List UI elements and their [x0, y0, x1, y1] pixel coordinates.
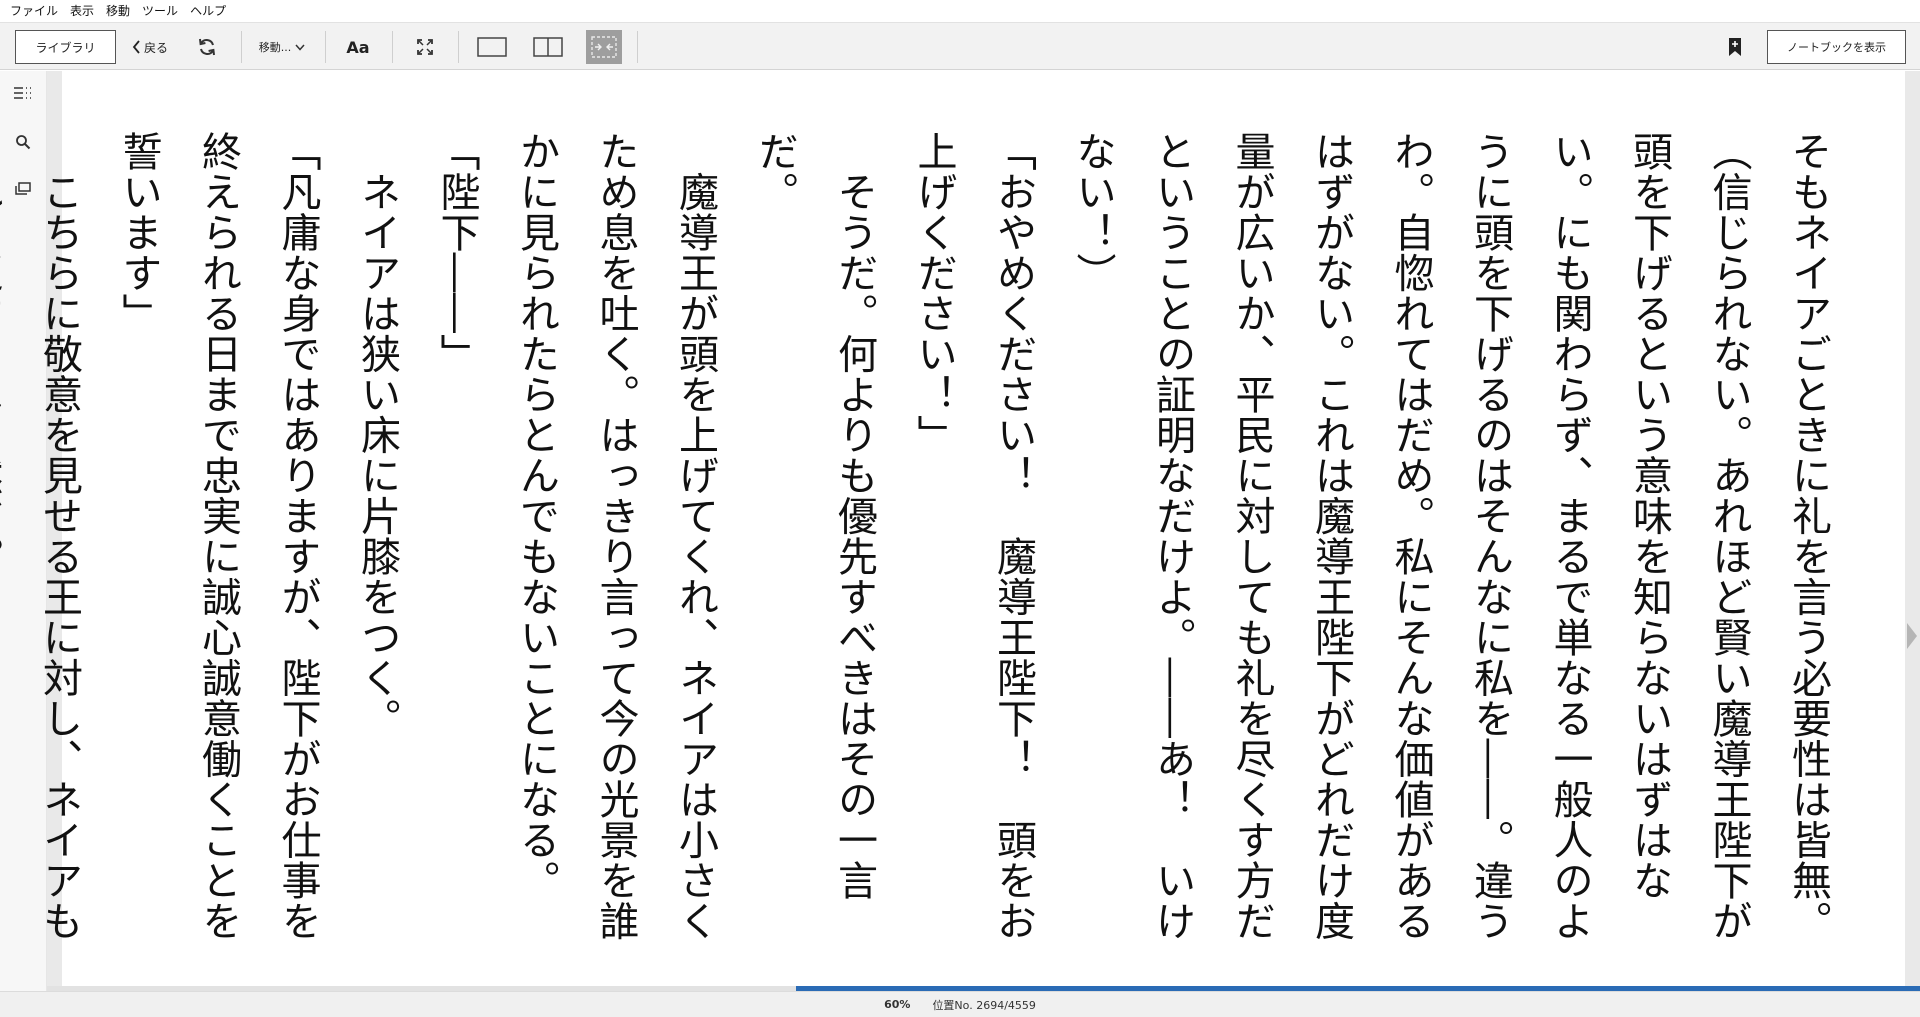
page-text: そもネイアごときに礼を言う必要性は皆無。 （信じられない。あれほど賢い魔導王陛下が… [0, 131, 1847, 961]
show-notebook-button[interactable]: ノートブックを表示 [1767, 30, 1906, 64]
toolbar-divider [325, 31, 326, 63]
single-page-view-button[interactable] [474, 30, 510, 64]
toolbar: ライブラリ 戻る 移動... Aa ノートブックを表示 [0, 22, 1920, 70]
single-page-icon [477, 36, 507, 58]
toolbar-divider [458, 31, 459, 63]
bookmark-button[interactable] [1720, 30, 1750, 64]
next-page-icon [1906, 622, 1918, 650]
menu-view[interactable]: 表示 [64, 0, 100, 22]
two-page-icon [533, 36, 563, 58]
paragraph: ネイアは狭い床に片膝をつく。 [354, 131, 400, 739]
fit-page-icon [590, 35, 618, 59]
paragraph: 「凡庸な身ではありますが、陛下がお仕事を終えられる日まで忠実に誠心誠意働くことを… [115, 131, 321, 941]
paragraph: こちらに敬意を見せる王に対し、ネイアもそれを返すのは当然だ。 [0, 131, 82, 941]
next-page-button[interactable] [1904, 611, 1920, 661]
location-indicator: 位置No. 2694/4559 [932, 998, 1036, 1012]
fullscreen-button[interactable] [410, 30, 440, 64]
bookmark-add-icon [1728, 37, 1742, 57]
toolbar-divider [241, 31, 242, 63]
reader-window: ファイル 表示 移動 ツール ヘルプ ライブラリ 戻る 移動... Aa ノート… [0, 0, 1920, 1017]
fit-page-view-button[interactable] [586, 30, 622, 64]
chevron-left-icon [132, 40, 141, 54]
goto-dropdown-label: 移動... [258, 41, 292, 54]
library-button-label: ライブラリ [35, 40, 96, 55]
toolbar-divider [637, 31, 638, 63]
font-settings-button[interactable]: Aa [342, 30, 374, 64]
paragraph: （信じられない。あれほど賢い魔導王陛下が頭を下げるという意味を知らないはずはない… [1069, 131, 1752, 941]
paragraph: そもネイアごときに礼を言う必要性は皆無。 [1785, 131, 1831, 941]
show-notebook-label: ノートブックを表示 [1787, 41, 1886, 54]
back-button[interactable]: 戻る [126, 30, 174, 64]
paragraph: そうだ。何よりも優先すべきはその一言だ。 [751, 131, 878, 901]
two-page-view-button[interactable] [530, 30, 566, 64]
paragraph: 「おやめください！ 魔導王陛下！ 頭をお上げください！」 [910, 131, 1037, 941]
menu-tools[interactable]: ツール [136, 0, 184, 22]
refresh-icon [197, 37, 217, 57]
reading-area: そもネイアごときに礼を言う必要性は皆無。 （信じられない。あれほど賢い魔導王陛下が… [0, 71, 1920, 991]
font-settings-label: Aa [346, 37, 370, 57]
library-button[interactable]: ライブラリ [15, 30, 116, 64]
back-button-label: 戻る [143, 40, 168, 55]
menu-file[interactable]: ファイル [4, 0, 64, 22]
status-bar: 60% 位置No. 2694/4559 [0, 991, 1920, 1017]
table-of-contents-icon [12, 86, 34, 102]
toolbar-divider [392, 31, 393, 63]
paragraph: 「陛下――」 [433, 131, 480, 374]
sync-button[interactable] [192, 30, 222, 64]
progress-percent: 60% [884, 998, 911, 1011]
paragraph: 魔導王が頭を上げてくれ、ネイアは小さくため息を吐く。はっきり言って今の光景を誰か… [513, 131, 718, 941]
menu-go[interactable]: 移動 [100, 0, 136, 22]
goto-dropdown[interactable]: 移動... [250, 30, 314, 64]
chevron-down-icon [295, 44, 305, 51]
table-of-contents-button[interactable] [8, 79, 38, 109]
menu-help[interactable]: ヘルプ [184, 0, 232, 22]
book-page[interactable]: そもネイアごときに礼を言う必要性は皆無。 （信じられない。あれほど賢い魔導王陛下が… [0, 71, 1905, 989]
expand-icon [416, 38, 434, 56]
menu-bar: ファイル 表示 移動 ツール ヘルプ [0, 0, 1920, 22]
